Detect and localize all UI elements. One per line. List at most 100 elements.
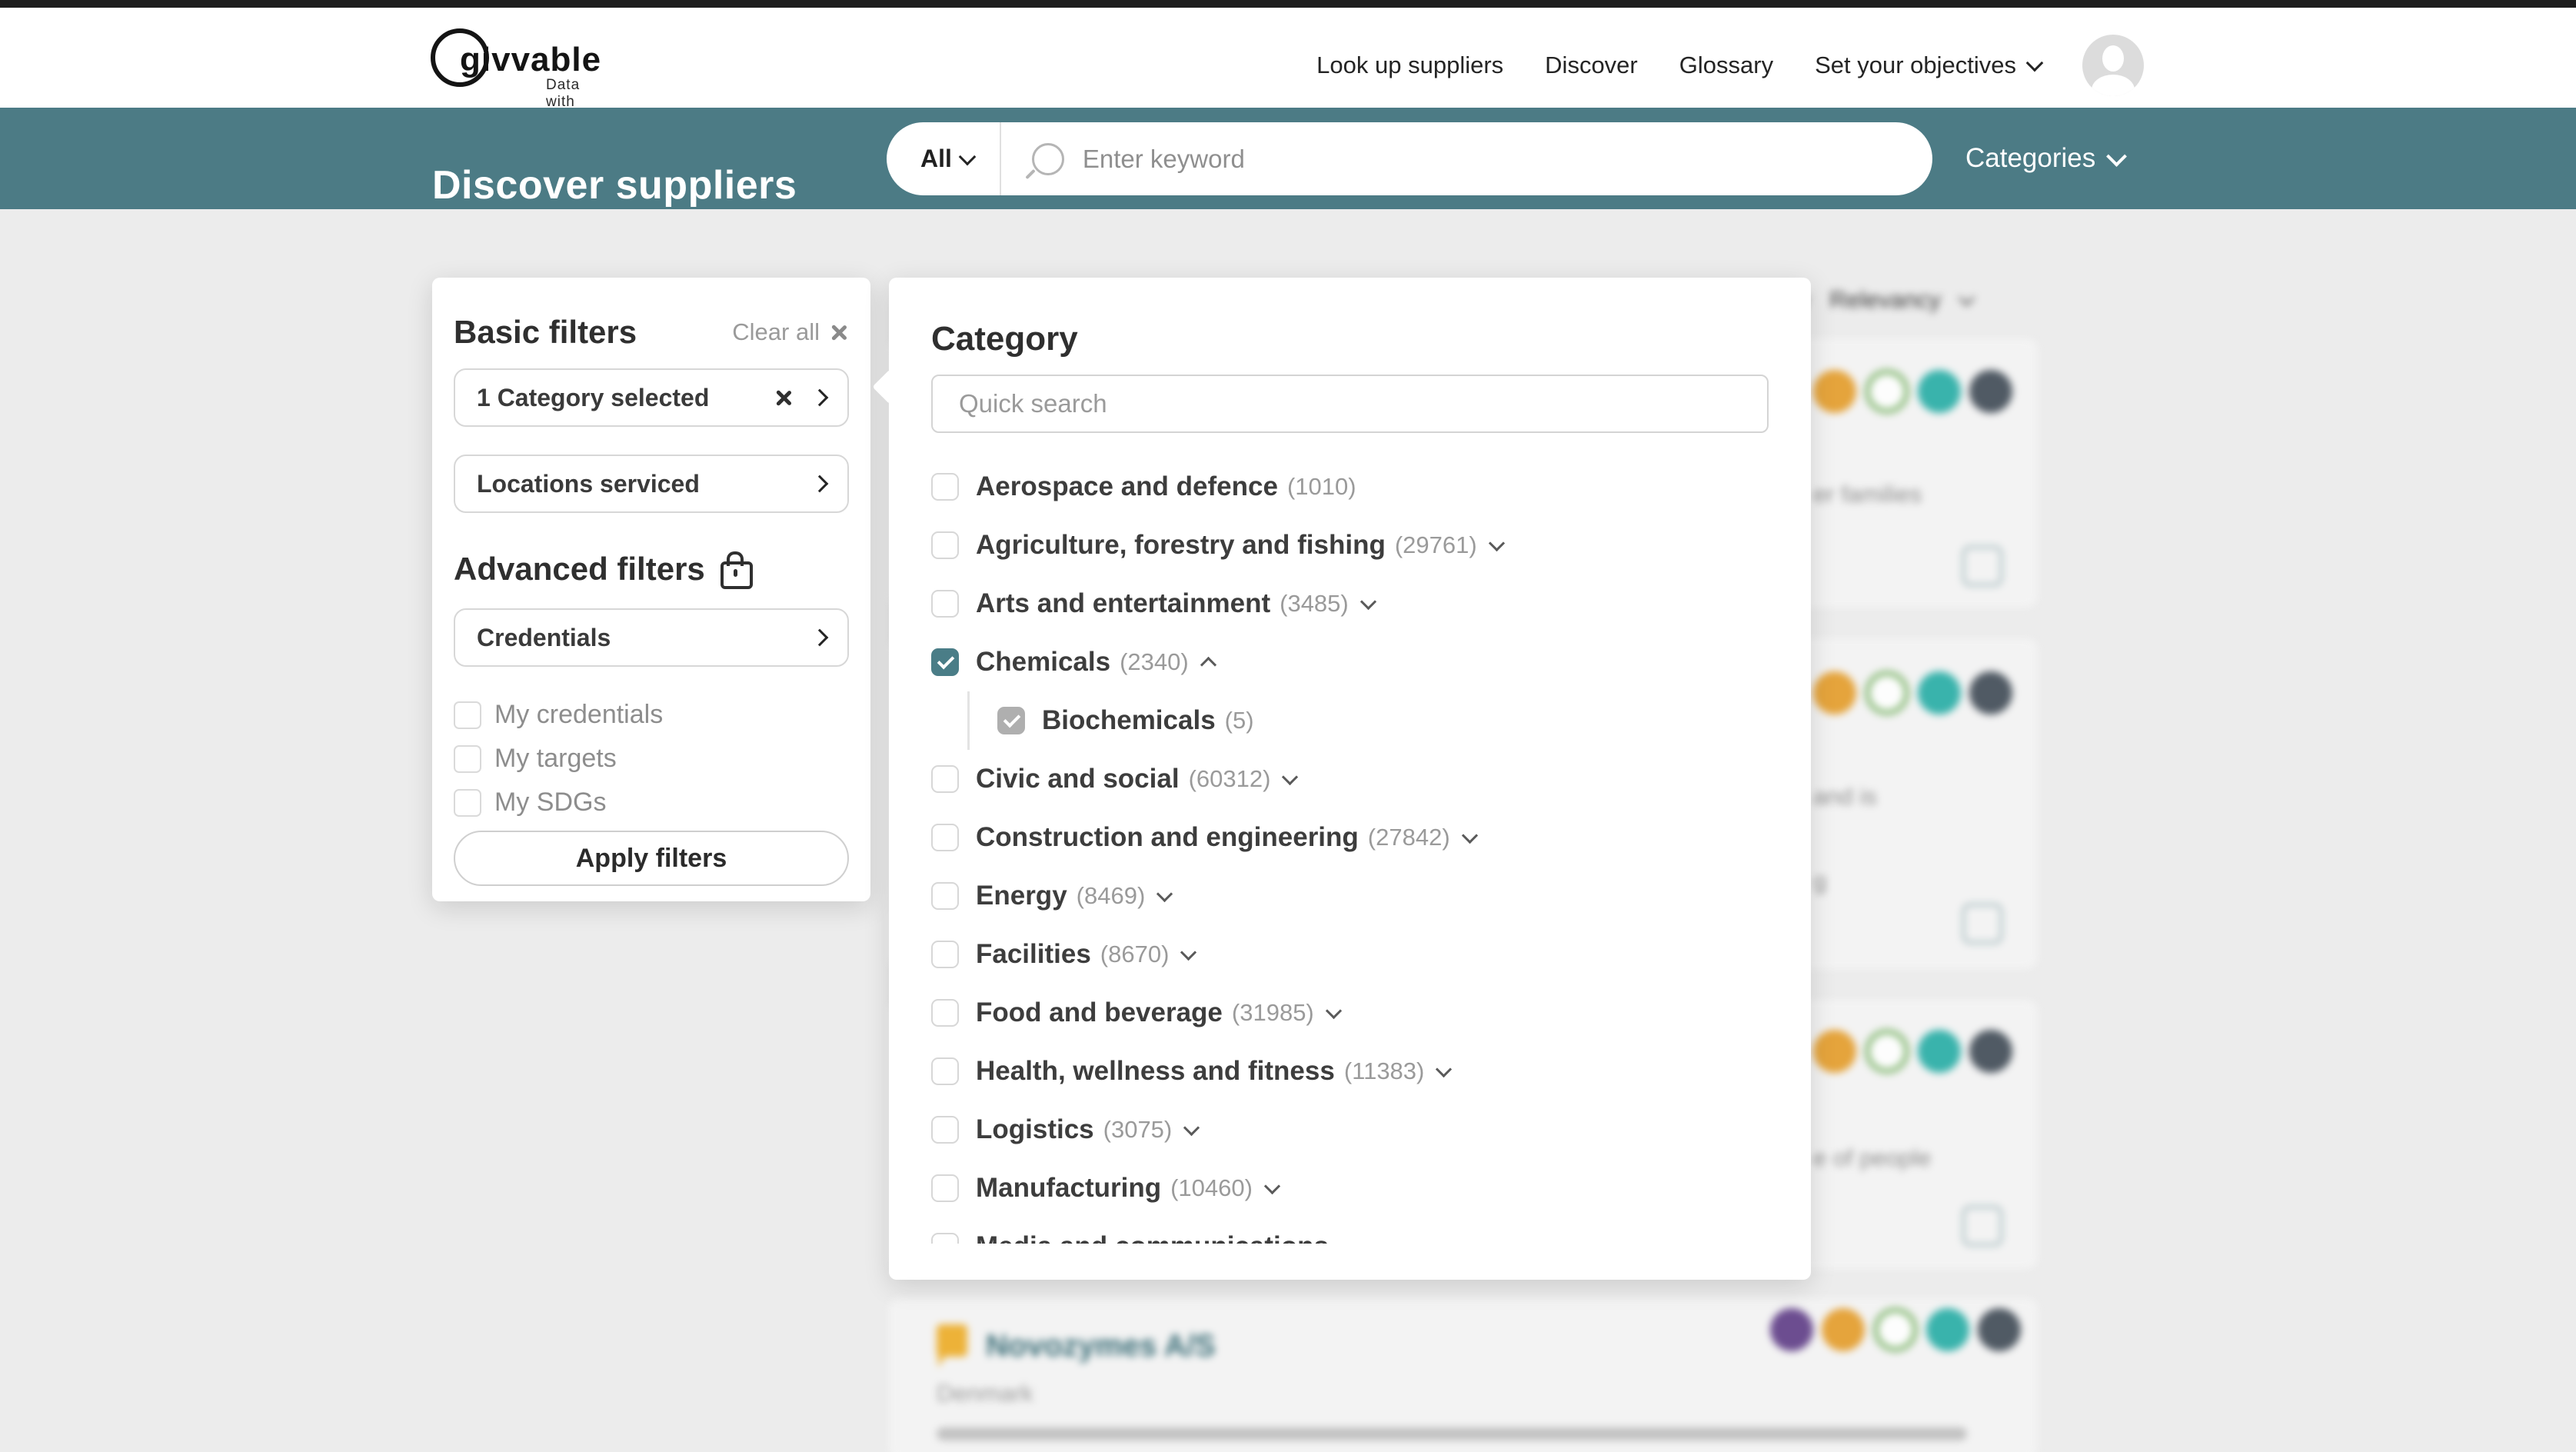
nav-discover[interactable]: Discover [1545, 52, 1638, 79]
checkbox[interactable] [931, 765, 959, 793]
chevron-down-icon[interactable] [1488, 535, 1505, 551]
checkbox[interactable] [931, 1057, 959, 1085]
my-sdgs-option[interactable]: My SDGs [454, 781, 849, 824]
checkbox[interactable] [931, 999, 959, 1027]
chevron-up-icon[interactable] [1200, 656, 1216, 673]
chevron-down-icon[interactable] [1282, 768, 1299, 785]
checkbox[interactable] [454, 744, 481, 773]
chip-label: Locations serviced [477, 469, 700, 498]
credential-badge [1865, 1029, 1909, 1074]
category-quick-search-input[interactable] [931, 375, 1769, 433]
chevron-down-icon[interactable] [1180, 944, 1197, 961]
credential-badge [1978, 1308, 2021, 1351]
nav-look-up-suppliers[interactable]: Look up suppliers [1316, 52, 1503, 79]
category-option-chemicals[interactable]: Chemicals (2340) [931, 633, 1769, 691]
category-option-health[interactable]: Health, wellness and fitness (11383) [931, 1042, 1769, 1101]
clear-all-button[interactable]: Clear all [732, 318, 849, 346]
category-option-facilities[interactable]: Facilities (8670) [931, 925, 1769, 984]
chevron-down-icon[interactable] [1325, 1002, 1342, 1019]
keyword-search-input[interactable] [1080, 143, 1932, 175]
bookmark-icon[interactable] [1962, 904, 2002, 944]
checkbox[interactable] [931, 531, 959, 559]
checkbox[interactable] [931, 473, 959, 501]
category-option-aerospace[interactable]: Aerospace and defence (1010) [931, 458, 1769, 516]
credential-badge [1865, 671, 1909, 715]
category-option-biochemicals[interactable]: Biochemicals (5) [967, 691, 1769, 750]
chevron-down-icon[interactable] [1461, 827, 1478, 844]
checkbox[interactable] [931, 1174, 959, 1202]
bookmark-icon[interactable] [1962, 1206, 2002, 1246]
locations-serviced-chip[interactable]: Locations serviced [454, 455, 849, 513]
credentials-chip[interactable]: Credentials [454, 608, 849, 667]
my-credentials-option[interactable]: My credentials [454, 693, 849, 737]
card-text-fragment: g [1813, 868, 1827, 894]
checkbox-label: My targets [494, 744, 617, 773]
checkbox[interactable] [454, 788, 481, 817]
card-text-fragment: e of people [1813, 1144, 1932, 1171]
categories-label: Categories [1965, 143, 2096, 173]
credential-badge [1969, 671, 2012, 714]
category-option-arts[interactable]: Arts and entertainment (3485) [931, 574, 1769, 633]
categories-toggle[interactable]: Categories [1965, 108, 2128, 209]
supplier-description-blurred [937, 1427, 1967, 1440]
checkbox[interactable] [931, 590, 959, 618]
credential-badges [1813, 369, 2012, 414]
category-option-agriculture[interactable]: Agriculture, forestry and fishing (29761… [931, 516, 1769, 574]
chevron-down-icon[interactable] [1183, 1119, 1200, 1136]
lock-icon [720, 551, 753, 589]
nav-set-your-objectives[interactable]: Set your objectives [1815, 52, 2044, 79]
advanced-filters-title: Advanced filters [454, 551, 705, 587]
category-count: (10460) [1170, 1174, 1253, 1201]
search-scope-dropdown[interactable]: All [887, 145, 1000, 173]
category-label: Manufacturing [976, 1173, 1162, 1203]
chevron-down-icon[interactable] [1263, 1177, 1281, 1194]
main-nav: Look up suppliers Discover Glossary Set … [1316, 15, 2144, 115]
chevron-down-icon[interactable] [1360, 593, 1376, 610]
checkbox[interactable] [931, 1233, 959, 1244]
credential-badge [1822, 1308, 1865, 1351]
category-label: Biochemicals [1042, 705, 1216, 735]
credential-badge [1813, 1030, 1856, 1073]
remove-filter-icon[interactable] [774, 388, 794, 408]
credential-badge [1918, 1030, 1961, 1073]
credential-badge [1918, 671, 1961, 714]
checkbox[interactable] [931, 941, 959, 968]
checkbox-checked[interactable] [997, 707, 1025, 734]
basic-filters-title: Basic filters [454, 314, 637, 350]
givvable-logo[interactable]: givvable Data with impact [431, 22, 601, 127]
credential-badge [1813, 370, 1856, 413]
search-icon [1031, 142, 1064, 175]
category-option-media[interactable]: Media and communications [931, 1217, 1769, 1244]
checkbox[interactable] [931, 824, 959, 851]
flag-icon [937, 1324, 967, 1367]
chevron-right-icon [810, 475, 829, 493]
checkbox-checked[interactable] [931, 648, 959, 676]
checkbox[interactable] [931, 882, 959, 910]
chip-label: 1 Category selected [477, 383, 710, 411]
credential-badges [1770, 1307, 2021, 1352]
chevron-down-icon [2025, 54, 2044, 72]
category-option-construction[interactable]: Construction and engineering (27842) [931, 808, 1769, 867]
category-selected-chip[interactable]: 1 Category selected [454, 368, 849, 427]
bookmark-icon[interactable] [1962, 546, 2002, 586]
supplier-name[interactable]: Novozymes A/S [986, 1329, 1216, 1364]
category-option-food[interactable]: Food and beverage (31985) [931, 984, 1769, 1042]
checkbox-label: My credentials [494, 700, 664, 729]
chevron-down-icon[interactable] [1157, 885, 1173, 902]
my-targets-option[interactable]: My targets [454, 737, 849, 781]
credential-badge [1969, 370, 2012, 413]
category-count: (31985) [1231, 999, 1314, 1026]
apply-filters-button[interactable]: Apply filters [454, 831, 849, 886]
category-option-civic[interactable]: Civic and social (60312) [931, 750, 1769, 808]
category-option-manufacturing[interactable]: Manufacturing (10460) [931, 1159, 1769, 1217]
category-panel-title: Category [931, 320, 1078, 358]
checkbox-label: My SDGs [494, 788, 607, 817]
checkbox[interactable] [931, 1116, 959, 1144]
chevron-down-icon[interactable] [1436, 1061, 1453, 1077]
my-filters-list: My credentials My targets My SDGs [454, 693, 849, 824]
nav-glossary[interactable]: Glossary [1679, 52, 1773, 79]
user-avatar[interactable] [2082, 35, 2144, 96]
checkbox[interactable] [454, 701, 481, 729]
category-option-energy[interactable]: Energy (8469) [931, 867, 1769, 925]
category-option-logistics[interactable]: Logistics (3075) [931, 1101, 1769, 1159]
